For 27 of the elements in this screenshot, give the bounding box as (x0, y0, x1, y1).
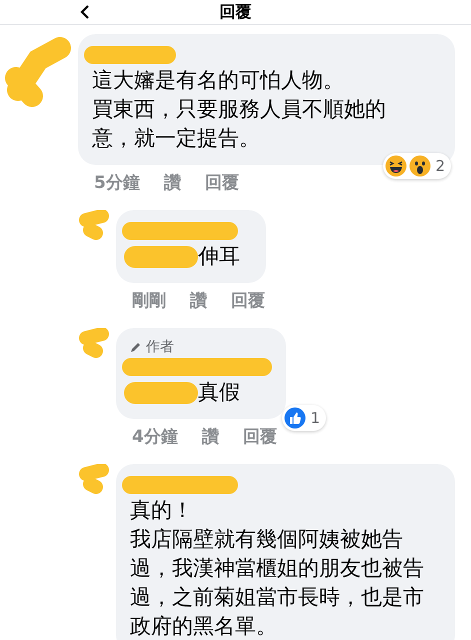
comment-text: 我店隔壁就有幾個阿姨被她告過，我漢神當櫃姐的朋友也被告過，之前菊姐當市長時，也是市政府的黑名單。 (130, 526, 425, 640)
like-link[interactable]: 讚 (202, 424, 219, 448)
back-icon[interactable] (80, 5, 90, 19)
author-label: 作者 (146, 338, 174, 356)
comment-text: 買東西，只要服務人員不順她的意，就一定提告。 (92, 96, 387, 152)
redaction-mark (76, 210, 112, 240)
comment-time: 剛剛 (132, 290, 166, 312)
pencil-icon (130, 341, 142, 353)
comment-text: 真假 (198, 379, 240, 406)
thumbs-up-icon (284, 407, 306, 429)
redaction-mark (76, 464, 112, 494)
comment-text: 真的！ (130, 497, 193, 524)
reaction-summary[interactable]: 2 (383, 153, 451, 179)
reply-link[interactable]: 回覆 (204, 170, 239, 194)
surprised-face-icon (409, 155, 432, 177)
like-link[interactable]: 讚 (190, 288, 207, 312)
page-title: 回覆 (220, 2, 252, 22)
reply-link[interactable]: 回覆 (231, 288, 265, 312)
comment-time: 4分鐘 (132, 426, 178, 448)
reaction-summary[interactable]: 1 (282, 405, 326, 431)
comment-text: 伸耳 (198, 243, 240, 270)
like-link[interactable]: 讚 (164, 170, 181, 194)
reply-link[interactable]: 回覆 (242, 424, 277, 448)
redaction-mark (76, 328, 112, 358)
comment-text: 這大嬸是有名的可怕人物。 (92, 67, 344, 94)
comment-time: 5分鐘 (94, 172, 140, 194)
laughing-face-icon (385, 155, 408, 177)
